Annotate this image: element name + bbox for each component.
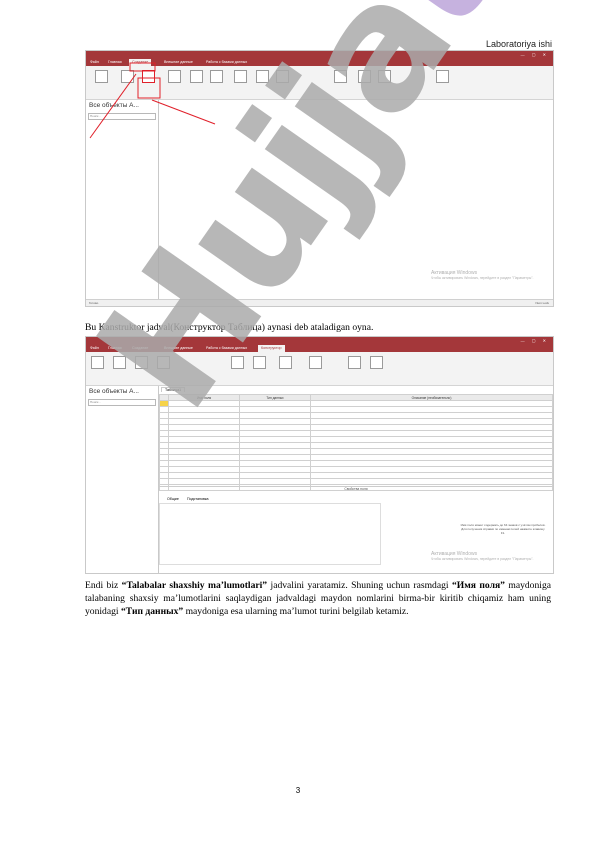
access-window-table-designer: — ▢ ✕ Файл Главная Создание Внешние данн… bbox=[85, 336, 554, 574]
body-paragraph: Endi biz “Talabalar shaxshiy ma’lumotlar… bbox=[85, 579, 551, 618]
ribbon-button[interactable] bbox=[276, 70, 289, 83]
ribbon-button[interactable] bbox=[91, 356, 104, 369]
ribbon-button[interactable] bbox=[370, 356, 383, 369]
ribbon-button[interactable] bbox=[157, 356, 170, 369]
bold-field-name: “Имя поля” bbox=[451, 580, 505, 591]
caption: Bu Kanstruktor jadval(Конструктор Таблиц… bbox=[85, 322, 374, 333]
ribbon-button[interactable] bbox=[190, 70, 203, 83]
ribbon-button[interactable] bbox=[135, 356, 148, 369]
bold-data-type: “Тип данных” bbox=[120, 606, 184, 617]
title-bar: — ▢ ✕ bbox=[86, 337, 553, 345]
activation-sub: Чтобы активировать Windows, перейдите в … bbox=[431, 557, 534, 561]
nav-search-input[interactable]: Поиск... bbox=[88, 399, 156, 406]
field-properties-label: Свойства поля bbox=[159, 486, 553, 491]
menu-file[interactable]: Файл bbox=[90, 60, 99, 64]
table-design-button[interactable] bbox=[142, 70, 155, 83]
text-run: maydoniga esa ularning ma’lumot turini b… bbox=[183, 606, 409, 617]
ribbon-button[interactable] bbox=[348, 356, 361, 369]
menu-database[interactable]: Работа с базами данных bbox=[206, 60, 247, 64]
ribbon-button[interactable] bbox=[378, 70, 391, 83]
menu-home[interactable]: Главная bbox=[108, 346, 122, 350]
activation-sub: Чтобы активировать Windows, перейдите в … bbox=[431, 276, 534, 280]
nav-title[interactable]: Все объекты A... bbox=[86, 386, 158, 398]
menu-external[interactable]: Внешние данные bbox=[164, 346, 193, 350]
field-grid: Имя поля Тип данных Описание (необязател… bbox=[159, 394, 553, 491]
window-buttons[interactable]: — ▢ ✕ bbox=[521, 52, 549, 57]
menu-design[interactable]: Конструктор bbox=[258, 345, 285, 352]
page-header: Laboratoriya ishi bbox=[485, 39, 552, 49]
ribbon-button[interactable] bbox=[253, 356, 266, 369]
ribbon-button[interactable] bbox=[334, 70, 347, 83]
ribbon-button[interactable] bbox=[95, 70, 108, 83]
menu-bar: Файл Главная Создание Внешние данные Раб… bbox=[86, 59, 553, 66]
properties-panel bbox=[159, 503, 381, 565]
menu-bar: Файл Главная Создание Внешние данные Раб… bbox=[86, 345, 553, 352]
menu-database[interactable]: Работа с базами данных bbox=[206, 346, 247, 350]
ribbon-button[interactable] bbox=[121, 70, 134, 83]
access-window-create-tab: — ▢ ✕ Файл Главная Создание Внешние данн… bbox=[85, 50, 554, 307]
menu-home[interactable]: Главная bbox=[108, 60, 122, 64]
menu-create[interactable]: Создание bbox=[132, 346, 148, 350]
ribbon-button[interactable] bbox=[210, 70, 223, 83]
help-text: Имя поля может содержать до 64 знаков с … bbox=[460, 523, 546, 535]
menu-external[interactable]: Внешние данные bbox=[164, 60, 193, 64]
status-right: Num Lock bbox=[535, 301, 549, 305]
menu-create[interactable]: Создание bbox=[129, 59, 152, 66]
nav-title[interactable]: Все объекты A... bbox=[86, 100, 158, 112]
ribbon-button[interactable] bbox=[231, 356, 244, 369]
status-bar: Готово Num Lock bbox=[86, 299, 553, 306]
ribbon-button[interactable] bbox=[309, 356, 322, 369]
ribbon-button[interactable] bbox=[234, 70, 247, 83]
title-bar: — ▢ ✕ bbox=[86, 51, 553, 59]
ribbon-button[interactable] bbox=[358, 70, 371, 83]
ribbon-button[interactable] bbox=[256, 70, 269, 83]
status-left: Готово bbox=[89, 301, 99, 305]
ribbon bbox=[86, 66, 553, 100]
activation-notice: Активация Windows Чтобы активировать Win… bbox=[431, 552, 533, 562]
window-buttons[interactable]: — ▢ ✕ bbox=[521, 338, 549, 343]
bold-table-name: “Talabalar shaxshiy ma’lumotlari” bbox=[121, 580, 268, 591]
props-tab-general[interactable]: Общие bbox=[167, 497, 179, 501]
menu-file[interactable]: Файл bbox=[90, 346, 99, 350]
nav-search-input[interactable]: Поиск... bbox=[88, 113, 156, 120]
page-number: 3 bbox=[295, 786, 301, 795]
table-tab[interactable]: Таблица1 bbox=[161, 387, 186, 392]
workspace bbox=[159, 100, 553, 299]
navigation-pane: Все объекты A... Поиск... bbox=[86, 386, 159, 573]
text-run: Endi biz bbox=[85, 580, 122, 591]
ribbon-button[interactable] bbox=[436, 70, 449, 83]
designer-area: Таблица1 Имя поля Тип данных Описание (н… bbox=[159, 386, 553, 573]
navigation-pane: Все объекты A... Поиск... bbox=[86, 100, 159, 299]
activation-notice: Активация Windows Чтобы активировать Win… bbox=[431, 271, 533, 281]
text-run: jadvalini yaratamiz. Shuning uchun rasmd… bbox=[267, 580, 452, 591]
ribbon-button[interactable] bbox=[168, 70, 181, 83]
props-tab-lookup[interactable]: Подстановка bbox=[187, 497, 209, 501]
ribbon-button[interactable] bbox=[279, 356, 292, 369]
ribbon-button[interactable] bbox=[113, 356, 126, 369]
ribbon bbox=[86, 352, 553, 386]
